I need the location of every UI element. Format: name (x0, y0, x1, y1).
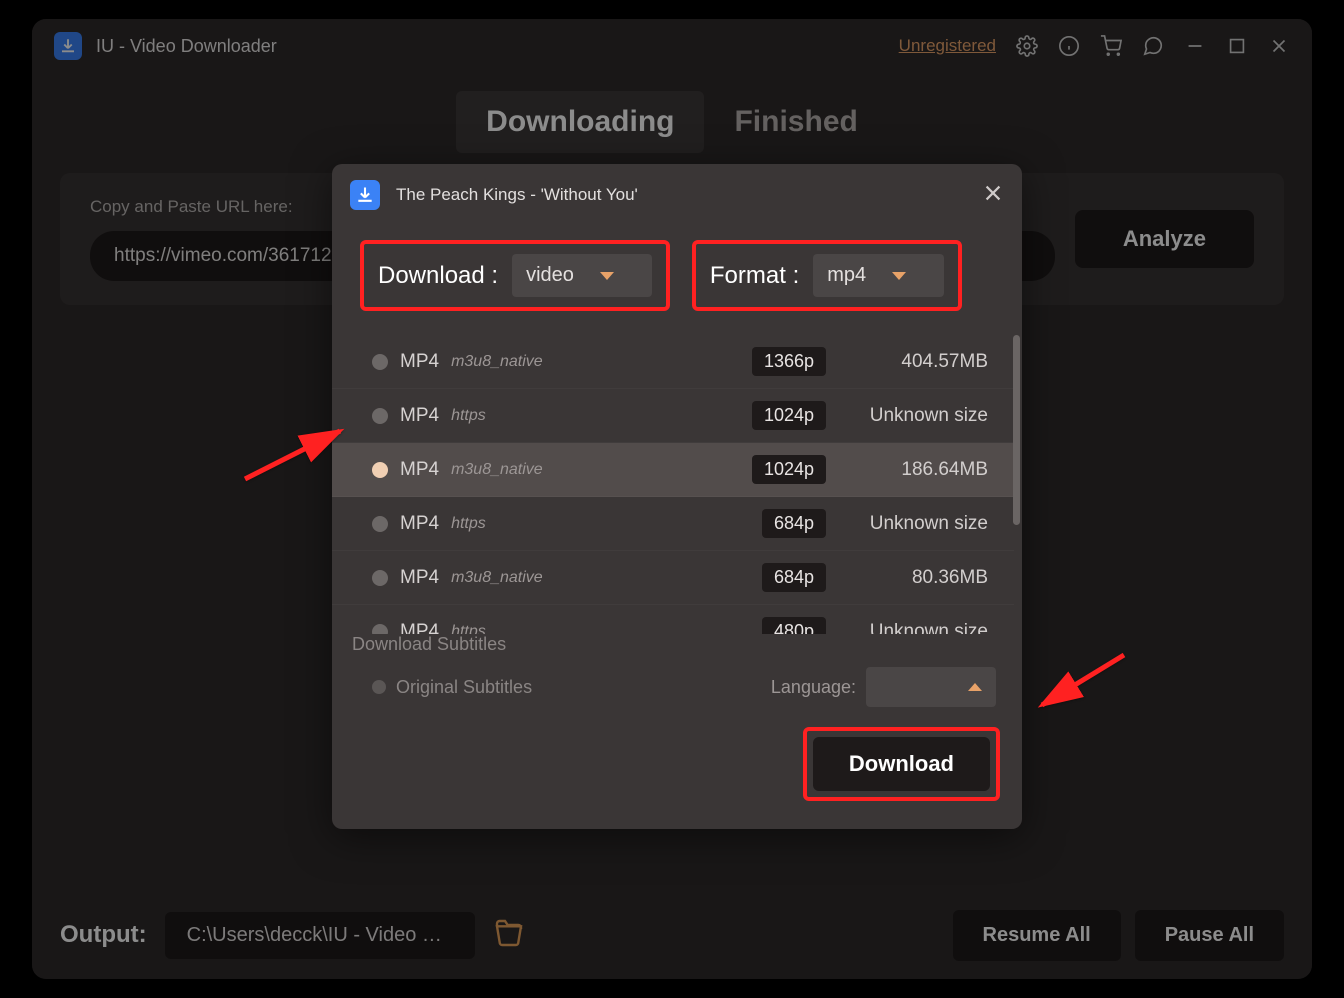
option-source: https (451, 407, 486, 425)
option-radio[interactable] (372, 624, 388, 635)
download-dialog: The Peach Kings - 'Without You' Download… (332, 164, 1022, 829)
option-format: MP4 (400, 459, 439, 481)
option-radio[interactable] (372, 408, 388, 424)
subtitles-title: Download Subtitles (352, 634, 996, 655)
dialog-title: The Peach Kings - 'Without You' (396, 185, 966, 205)
option-resolution: 1366p (752, 347, 826, 376)
format-group: Format : mp4 (692, 240, 962, 311)
option-radio[interactable] (372, 570, 388, 586)
chevron-down-icon (600, 272, 614, 280)
download-type-group: Download : video (360, 240, 670, 311)
download-type-select[interactable]: video (512, 254, 652, 297)
download-button[interactable]: Download (813, 737, 990, 791)
option-resolution: 480p (762, 617, 826, 634)
option-format: MP4 (400, 621, 439, 635)
dialog-header: The Peach Kings - 'Without You' (332, 164, 1022, 226)
format-option-row[interactable]: MP4 m3u8_native 1024p 186.64MB (332, 443, 1014, 497)
download-button-highlight: Download (803, 727, 1000, 801)
format-option-row[interactable]: MP4 m3u8_native 1366p 404.57MB (332, 335, 1014, 389)
option-format: MP4 (400, 513, 439, 535)
format-option-row[interactable]: MP4 https 480p Unknown size (332, 605, 1014, 634)
option-resolution: 684p (762, 563, 826, 592)
option-source: m3u8_native (451, 353, 543, 371)
format-option-row[interactable]: MP4 m3u8_native 684p 80.36MB (332, 551, 1014, 605)
format-option-row[interactable]: MP4 https 684p Unknown size (332, 497, 1014, 551)
option-format: MP4 (400, 567, 439, 589)
option-source: https (451, 623, 486, 635)
subtitles-row: Original Subtitles Language: (352, 663, 996, 711)
dialog-footer: Download (332, 711, 1022, 829)
original-subtitles-label: Original Subtitles (396, 677, 532, 698)
option-resolution: 1024p (752, 455, 826, 484)
dialog-close-icon[interactable] (982, 182, 1004, 209)
option-source: m3u8_native (451, 569, 543, 587)
format-select[interactable]: mp4 (813, 254, 944, 297)
option-resolution: 1024p (752, 401, 826, 430)
language-label: Language: (771, 677, 856, 698)
option-source: m3u8_native (451, 461, 543, 479)
app-window: IU - Video Downloader Unregistered Downl… (32, 19, 1312, 979)
option-format: MP4 (400, 405, 439, 427)
options-list[interactable]: MP4 m3u8_native 1366p 404.57MB MP4 https… (332, 335, 1022, 634)
chevron-down-icon (892, 272, 906, 280)
annotation-arrow-left (240, 419, 350, 494)
option-size: 186.64MB (838, 459, 988, 481)
option-radio[interactable] (372, 516, 388, 532)
annotation-arrow-right (1032, 647, 1132, 722)
dialog-app-icon (350, 180, 380, 210)
option-size: Unknown size (838, 513, 988, 535)
download-type-label: Download : (378, 262, 498, 290)
option-radio[interactable] (372, 462, 388, 478)
option-size: Unknown size (838, 621, 988, 635)
chevron-up-icon (968, 683, 982, 691)
option-radio[interactable] (372, 354, 388, 370)
subtitles-section: Download Subtitles Original Subtitles La… (332, 634, 1022, 711)
option-source: https (451, 515, 486, 533)
dialog-selects: Download : video Format : mp4 (332, 226, 1022, 335)
option-size: Unknown size (838, 405, 988, 427)
option-format: MP4 (400, 351, 439, 373)
scrollbar[interactable] (1013, 335, 1020, 525)
language-select[interactable] (866, 667, 996, 707)
format-label: Format : (710, 262, 799, 290)
option-size: 404.57MB (838, 351, 988, 373)
original-subtitles-radio[interactable] (372, 680, 386, 694)
option-size: 80.36MB (838, 567, 988, 589)
format-option-row[interactable]: MP4 https 1024p Unknown size (332, 389, 1014, 443)
option-resolution: 684p (762, 509, 826, 538)
